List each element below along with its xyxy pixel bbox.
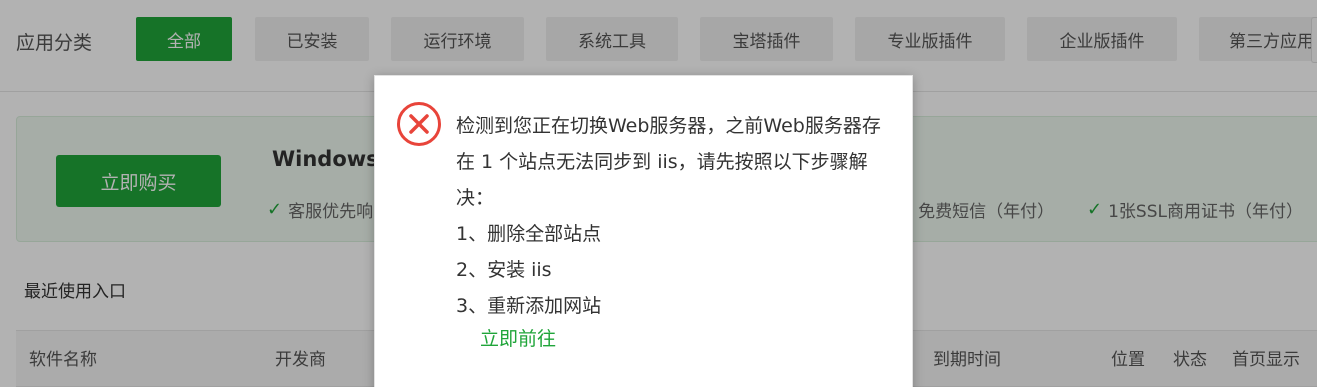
dialog-step: 1、删除全部站点 xyxy=(456,223,602,245)
warning-dialog: 检测到您正在切换Web服务器，之前Web服务器存在 1 个站点无法同步到 iis… xyxy=(374,75,913,387)
dialog-step: 3、重新添加网站 xyxy=(456,295,602,317)
dialog-steps: 1、删除全部站点 2、安装 iis 3、重新添加网站 xyxy=(456,216,601,324)
dialog-step: 2、安装 iis xyxy=(456,259,552,281)
error-icon xyxy=(397,102,441,146)
dialog-message: 检测到您正在切换Web服务器，之前Web服务器存在 1 个站点无法同步到 iis… xyxy=(456,115,881,209)
go-now-link[interactable]: 立即前往 xyxy=(480,324,556,351)
